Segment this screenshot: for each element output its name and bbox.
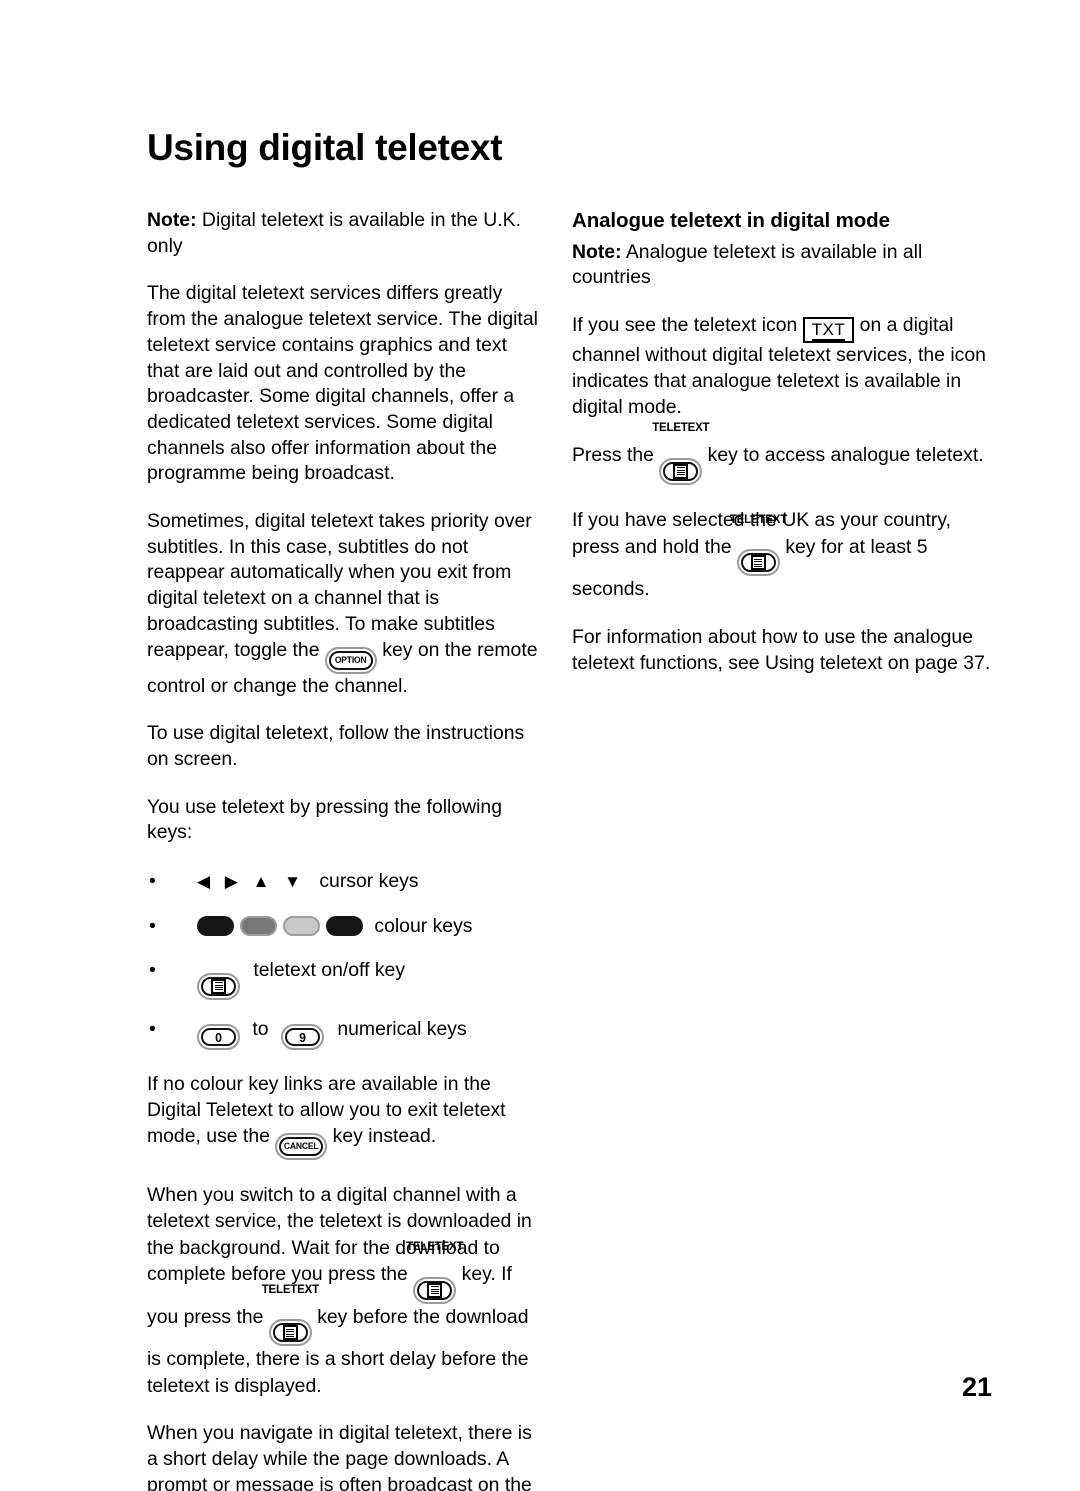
option-key-label: OPTION: [335, 654, 367, 665]
colour-key-red-icon: [197, 916, 234, 937]
paragraph-txt-part1: If you see the teletext icon: [572, 314, 803, 337]
list-item-colour-keys: • colour keys: [147, 911, 539, 941]
option-key-icon: OPTION: [324, 646, 377, 674]
teletext-page-glyph: [211, 978, 226, 994]
cancel-key-icon: CANCEL: [275, 1132, 328, 1160]
bullet-marker: •: [149, 870, 156, 893]
paragraph-keys-intro: You use teletext by pressing the followi…: [147, 795, 503, 844]
paragraph-uk-press-and-hold: If you have selected the UK as your coun…: [572, 507, 992, 604]
page-number: 21: [961, 1372, 992, 1402]
page-title: Using digital teletext: [147, 126, 503, 168]
note-label: Note:: [147, 209, 197, 231]
paragraph-digital-teletext-overview: The digital teletext services differs gr…: [147, 282, 538, 485]
teletext-key-caption: TELETEXT: [261, 1283, 319, 1296]
teletext-key-icon: [268, 1319, 312, 1347]
numerical-range-separator: to: [252, 1017, 269, 1040]
teletext-key-with-caption-4: TELETEXT: [730, 514, 787, 577]
right-column: Analogue teletext in digital mode Note: …: [572, 208, 992, 699]
teletext-page-glyph: [427, 1282, 443, 1298]
paragraph-press-part1: Press the: [572, 444, 660, 467]
bullet-marker: •: [149, 959, 156, 982]
bullet-marker: •: [149, 1017, 156, 1040]
bullet-marker: •: [149, 915, 156, 938]
note-label: Note:: [572, 240, 622, 263]
paragraph-cancel-part2: key instead.: [327, 1124, 437, 1147]
list-item-cursor-keys: • ◀ ▶ ▲ ▼ cursor keys: [147, 866, 539, 897]
teletext-key-with-caption-3: TELETEXT: [652, 423, 710, 485]
paragraph-see-using-teletext: For information about how to use the ana…: [572, 626, 991, 675]
colour-key-yellow-icon: [283, 916, 320, 937]
number-key-0-icon: 0: [197, 1024, 240, 1051]
paragraph-press-part2: key to access analogue teletext.: [702, 444, 984, 467]
teletext-key-caption: TELETEXT: [729, 513, 788, 526]
paragraph-follow-instructions: To use digital teletext, follow the inst…: [147, 722, 525, 770]
teletext-key-icon: [413, 1276, 457, 1304]
list-item-label: colour keys: [374, 915, 473, 938]
paragraph-txt-icon-explanation: If you see the teletext icon TXT on a di…: [572, 313, 992, 420]
teletext-key-caption: TELETEXT: [406, 1241, 464, 1254]
note-all-countries: Note: Analogue teletext is available in …: [572, 240, 992, 291]
list-item-label: cursor keys: [319, 870, 419, 893]
note-uk-only: Note: Digital teletext is available in t…: [147, 208, 539, 259]
cancel-key-label: CANCEL: [284, 1140, 319, 1151]
colour-key-green-icon: [240, 916, 277, 937]
list-item-teletext-on-off-key: • teletext on/off key: [147, 955, 539, 1000]
section-heading-analogue-teletext: Analogue teletext in digital mode: [572, 209, 890, 232]
left-column: Note: Digital teletext is available in t…: [147, 208, 539, 1491]
colour-key-blue-icon: [326, 916, 363, 937]
cursor-arrow-icons: ◀ ▶ ▲ ▼: [197, 872, 306, 892]
paragraph-press-teletext-key: Press the TELETEXT key to access analogu…: [572, 423, 992, 485]
list-item-label: teletext on/off key: [253, 959, 406, 982]
list-item-numerical-keys: • 0 to 9 numerical keys: [147, 1014, 539, 1051]
number-key-9-icon: 9: [280, 1024, 324, 1051]
paragraph-cancel-key: If no colour key links are available in …: [147, 1072, 539, 1160]
document-page: Using digital teletext Note: Digital tel…: [0, 0, 1080, 1491]
list-item-label: numerical keys: [337, 1017, 467, 1040]
teletext-key-icon: [197, 972, 240, 1000]
teletext-page-glyph: [673, 463, 689, 479]
paragraph-download-teletext: When you switch to a digital channel wit…: [147, 1182, 539, 1400]
paragraph-navigation-delay: When you navigate in digital teletext, t…: [147, 1422, 532, 1491]
note-text: Digital teletext is available in the U.K…: [147, 209, 521, 257]
teletext-page-glyph: [750, 555, 766, 571]
number-key-0-label: 0: [215, 1029, 222, 1045]
key-list: • ◀ ▶ ▲ ▼ cursor keys • colour keys • te…: [147, 866, 539, 1051]
teletext-key-icon: [736, 549, 780, 577]
paragraph-subtitles-option-key: Sometimes, digital teletext takes priori…: [147, 509, 539, 699]
note-text: Analogue teletext is available in all co…: [572, 240, 923, 289]
teletext-page-glyph: [282, 1325, 298, 1341]
teletext-key-with-caption-2: TELETEXT: [262, 1284, 319, 1347]
teletext-key-with-caption-1: TELETEXT: [406, 1242, 464, 1304]
txt-icon: TXT: [802, 317, 855, 344]
teletext-key-caption: TELETEXT: [652, 422, 710, 435]
teletext-key-icon: [659, 457, 703, 485]
txt-icon-label: TXT: [811, 320, 846, 342]
number-key-9-label: 9: [299, 1029, 306, 1045]
